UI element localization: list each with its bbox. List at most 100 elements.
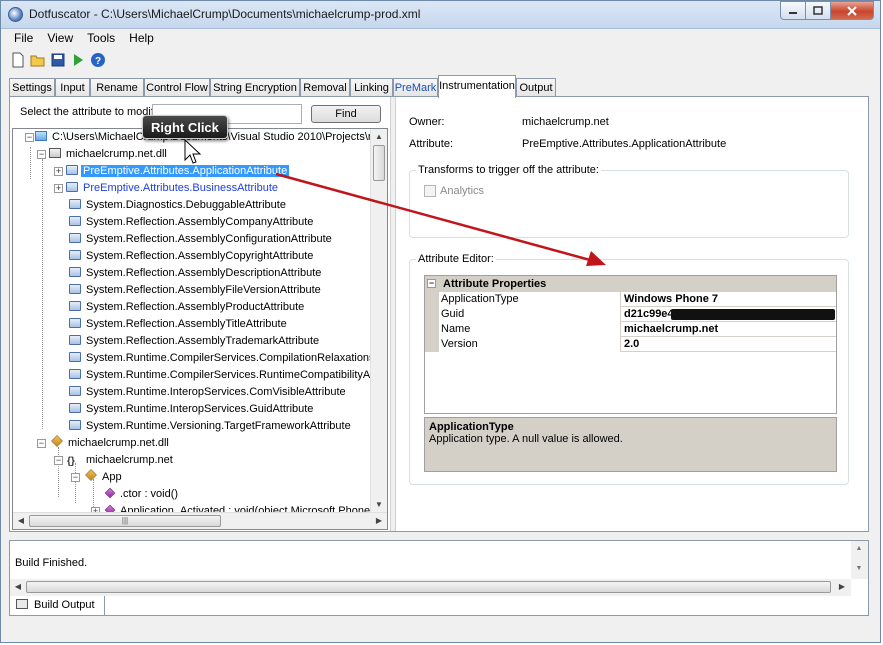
tree-item[interactable]: System.Reflection.AssemblyProductAttribu… <box>69 299 306 315</box>
attribute-icon <box>69 284 81 294</box>
property-name: ApplicationType <box>439 292 621 307</box>
tree-guide-line <box>30 147 31 179</box>
maximize-button[interactable] <box>806 1 831 20</box>
property-value[interactable]: michaelcrump.net <box>622 322 718 336</box>
output-vertical-scrollbar[interactable]: ▲ ▼ <box>851 541 868 579</box>
new-file-icon[interactable] <box>10 52 26 68</box>
collapse-toggle[interactable]: − <box>54 456 63 465</box>
tab-build-output[interactable]: Build Output <box>9 596 105 616</box>
tree-item[interactable]: System.Reflection.AssemblyTitleAttribute <box>69 316 289 332</box>
collapse-toggle[interactable]: − <box>71 473 80 482</box>
tree-item[interactable]: System.Runtime.Versioning.TargetFramewor… <box>69 418 353 434</box>
open-folder-icon[interactable] <box>30 52 46 68</box>
tab-string-encryption[interactable]: String Encryption <box>210 78 300 97</box>
tree-item-application-attribute[interactable]: PreEmptive.Attributes.ApplicationAttribu… <box>66 163 290 179</box>
scroll-down-icon[interactable]: ▼ <box>851 561 867 577</box>
run-icon[interactable] <box>70 52 86 68</box>
tab-control-flow[interactable]: Control Flow <box>144 78 210 97</box>
attribute-tree[interactable]: − C:\Users\MichaelCrump\Documents\Visual… <box>12 128 388 530</box>
tree-item-dll[interactable]: michaelcrump.net.dll <box>49 146 169 162</box>
property-help-panel: ApplicationType Application type. A null… <box>424 417 837 472</box>
scroll-left-icon[interactable]: ◀ <box>10 579 26 595</box>
property-grid[interactable]: − Attribute Properties ApplicationType W… <box>424 275 837 414</box>
collapse-toggle[interactable]: − <box>37 439 46 448</box>
category-collapse-icon[interactable]: − <box>427 279 436 288</box>
menu-file[interactable]: File <box>7 29 40 48</box>
close-button[interactable] <box>831 1 874 20</box>
tree-guide-line <box>42 159 43 429</box>
tree-item[interactable]: System.Reflection.AssemblyDescriptionAtt… <box>69 265 323 281</box>
menu-view[interactable]: View <box>40 29 80 48</box>
tree-item[interactable]: System.Reflection.AssemblyTrademarkAttri… <box>69 333 321 349</box>
scroll-right-icon[interactable]: ▶ <box>371 513 387 529</box>
output-horizontal-scrollbar[interactable]: ◀ ▶ <box>10 579 851 596</box>
help-text: Application type. A null value is allowe… <box>429 433 623 445</box>
scroll-left-icon[interactable]: ◀ <box>13 513 29 529</box>
tab-removal[interactable]: Removal <box>300 78 350 97</box>
scroll-up-icon[interactable]: ▲ <box>851 541 867 557</box>
tree-item[interactable]: System.Reflection.AssemblyCopyrightAttri… <box>69 248 315 264</box>
instrumentation-tab-page: Select the attribute to modify: Find − C… <box>9 96 869 532</box>
tree-item[interactable]: System.Runtime.CompilerServices.RuntimeC… <box>69 367 387 383</box>
menu-tools[interactable]: Tools <box>80 29 122 48</box>
help-icon[interactable]: ? <box>90 52 106 68</box>
attribute-icon <box>69 216 81 226</box>
analytics-checkbox[interactable] <box>424 185 436 197</box>
transforms-group-title: Transforms to trigger off the attribute: <box>416 164 601 176</box>
attribute-icon <box>69 403 81 413</box>
property-row[interactable]: ApplicationType Windows Phone 7 <box>425 292 836 307</box>
collapse-toggle[interactable]: − <box>37 150 46 159</box>
scroll-up-icon[interactable]: ▲ <box>371 129 387 145</box>
property-name: Name <box>439 322 621 337</box>
menu-bar: File View Tools Help <box>1 29 880 48</box>
category-title: Attribute Properties <box>443 278 547 290</box>
tab-output[interactable]: Output <box>516 78 556 97</box>
scroll-thumb[interactable] <box>26 581 831 593</box>
find-button[interactable]: Find <box>311 105 381 123</box>
property-value[interactable]: Windows Phone 7 <box>622 292 718 306</box>
tree-horizontal-scrollbar[interactable]: ◀ ||| ▶ <box>13 512 387 529</box>
tree-item[interactable]: System.Diagnostics.DebuggableAttribute <box>69 197 288 213</box>
scroll-thumb[interactable] <box>373 145 385 181</box>
tree-item[interactable]: System.Reflection.AssemblyCompanyAttribu… <box>69 214 315 230</box>
tree-item[interactable]: System.Runtime.CompilerServices.Compilat… <box>69 350 387 366</box>
property-category[interactable]: − Attribute Properties <box>425 276 836 292</box>
property-row[interactable]: Name michaelcrump.net <box>425 322 836 337</box>
tree-item[interactable]: System.Runtime.InteropServices.GuidAttri… <box>69 401 315 417</box>
dll-icon <box>49 148 61 158</box>
method-icon <box>104 487 116 499</box>
property-value[interactable]: 2.0 <box>622 337 639 351</box>
row-gutter <box>425 322 439 337</box>
tree-item-namespace[interactable]: {} michaelcrump.net <box>67 452 175 468</box>
property-value[interactable]: d21c99e4 <box>622 307 674 321</box>
menu-help[interactable]: Help <box>122 29 161 48</box>
tree-vertical-scrollbar[interactable]: ▲ ▼ <box>370 129 387 513</box>
property-row[interactable]: Version 2.0 <box>425 337 836 352</box>
tree-item-method[interactable]: .ctor : void() <box>104 486 180 502</box>
tree-item-business-attribute[interactable]: PreEmptive.Attributes.BusinessAttribute <box>66 180 280 196</box>
save-icon[interactable] <box>50 52 66 68</box>
scroll-down-icon[interactable]: ▼ <box>371 497 387 513</box>
tab-premark[interactable]: PreMark <box>393 78 438 97</box>
tree-item[interactable]: System.Runtime.InteropServices.ComVisibl… <box>69 384 348 400</box>
tree-item-class[interactable]: App <box>85 469 124 485</box>
attribute-value: PreEmptive.Attributes.ApplicationAttribu… <box>522 138 727 150</box>
tree-item-assembly[interactable]: michaelcrump.net.dll <box>51 435 171 451</box>
property-row[interactable]: Guid d21c99e4 <box>425 307 836 322</box>
app-icon <box>8 7 23 22</box>
tab-settings[interactable]: Settings <box>9 78 55 97</box>
expand-toggle[interactable]: + <box>54 167 63 176</box>
tree-item[interactable]: System.Reflection.AssemblyConfigurationA… <box>69 231 334 247</box>
collapse-toggle[interactable]: − <box>25 133 34 142</box>
tree-item[interactable]: System.Reflection.AssemblyFileVersionAtt… <box>69 282 323 298</box>
pane-splitter[interactable] <box>390 97 396 531</box>
tab-input[interactable]: Input <box>55 78 90 97</box>
redaction-bar <box>671 309 835 320</box>
tab-linking[interactable]: Linking <box>350 78 393 97</box>
scroll-thumb[interactable]: ||| <box>29 515 221 527</box>
tab-rename[interactable]: Rename <box>90 78 144 97</box>
expand-toggle[interactable]: + <box>54 184 63 193</box>
minimize-button[interactable] <box>780 1 806 20</box>
scroll-right-icon[interactable]: ▶ <box>834 579 850 595</box>
tab-instrumentation[interactable]: Instrumentation <box>438 75 516 98</box>
